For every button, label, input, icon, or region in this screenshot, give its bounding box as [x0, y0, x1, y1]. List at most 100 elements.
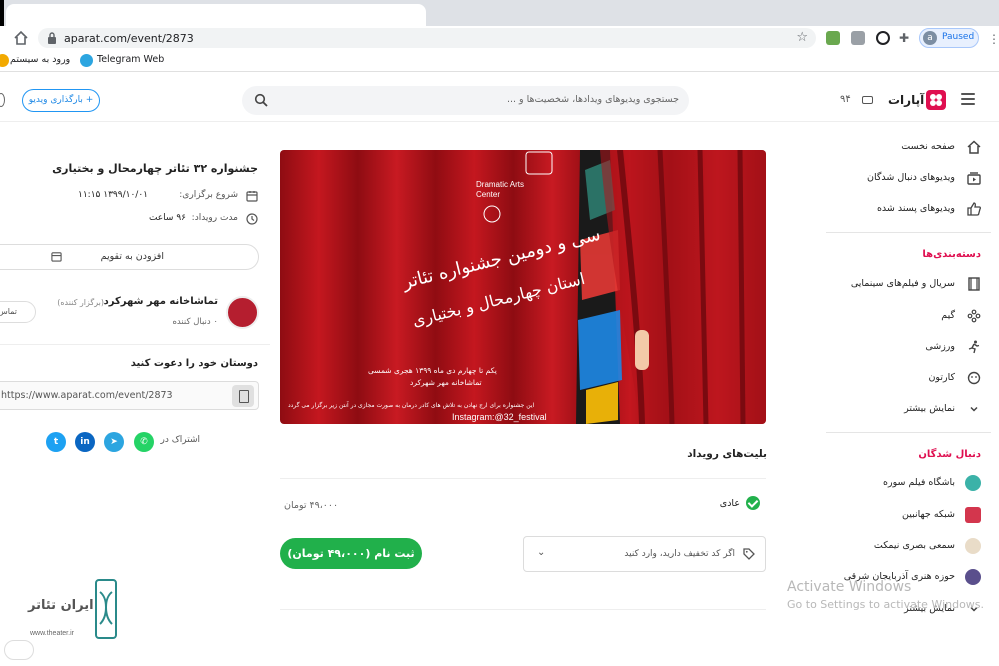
linkedin-icon[interactable]: in	[75, 432, 95, 452]
notification-icon[interactable]	[0, 93, 5, 107]
activate-windows-subtitle: Go to Settings to activate Windows.	[787, 598, 985, 611]
chevron-down-icon	[970, 406, 978, 412]
calendar-icon	[246, 191, 258, 202]
whatsapp-icon[interactable]: ✆	[134, 432, 154, 452]
home-icon	[967, 140, 981, 154]
site-header: + بارگذاری ویدیو جستجوی ویدیوهای ویدادها…	[0, 80, 999, 122]
theater-logo: ایران تئاتر www.theater.ir	[26, 578, 124, 648]
sidebar-item-followed[interactable]: باشگاه فیلم سوره	[823, 473, 991, 495]
contact-button[interactable]: تماس	[0, 301, 36, 323]
live-icon[interactable]	[862, 96, 873, 104]
add-to-calendar-label: افزودن به تقویم	[100, 251, 164, 262]
sidebar-divider	[826, 432, 991, 433]
sidebar: صفحه نخست ویدیوهای دنبال شدگان ویدیوهای …	[818, 122, 999, 632]
puzzle-icon[interactable]: ✚	[899, 31, 913, 45]
tab-strip-edge	[0, 0, 4, 26]
check-icon	[746, 496, 760, 510]
menu-icon[interactable]	[961, 93, 975, 105]
sidebar-item-liked[interactable]: ویدیوهای پسند شده	[823, 199, 991, 221]
sidebar-item-label: باشگاه فیلم سوره	[883, 477, 955, 488]
sidebar-item-more-categories[interactable]: نمایش بیشتر	[823, 399, 991, 421]
sidebar-item-label: ویدیوهای دنبال شدگان	[866, 172, 955, 183]
add-to-calendar-button[interactable]: افزودن به تقویم	[0, 244, 259, 270]
chat-bubble-icon[interactable]	[4, 640, 34, 660]
active-tab[interactable]	[6, 4, 426, 26]
url-text[interactable]: aparat.com/event/2873	[64, 32, 194, 45]
home-icon[interactable]	[13, 30, 29, 46]
banner-dates: یکم تا چهارم دی ماه ۱۳۹۹ هجری شمسی	[368, 366, 497, 375]
divider	[0, 344, 270, 345]
sidebar-item-label: شبکه جهانبین	[902, 509, 955, 520]
sidebar-item-label: گیم	[941, 310, 955, 321]
contact-label: تماس	[0, 307, 17, 316]
theater-logo-url: www.theater.ir	[30, 630, 74, 637]
discount-code-field[interactable]: اگر کد تخفیف دارید، وارد کنید ⌄	[523, 536, 766, 572]
organizer-name[interactable]: تماشاخانه مهر شهرکرد	[104, 296, 218, 307]
bookmark-telegram[interactable]: Telegram Web	[97, 54, 164, 65]
banner-logo-text: Dramatic Arts Center	[476, 180, 525, 199]
event-title: جشنواره ۳۲ تئاتر چهارمحال و بختیاری	[52, 162, 258, 175]
sidebar-item-movies[interactable]: سریال و فیلم‌های سینمایی	[823, 274, 991, 296]
event-info-panel: جشنواره ۳۲ تئاتر چهارمحال و بختیاری شروع…	[0, 150, 270, 480]
bookmark-star-icon[interactable]: ☆	[796, 30, 808, 45]
followed-title: دنبال شدگان	[918, 449, 981, 460]
telegram-icon[interactable]: ➤	[104, 432, 124, 452]
start-label: شروع برگزاری:	[179, 190, 238, 200]
sidebar-item-label: کارتون	[928, 372, 955, 383]
clock-icon	[246, 213, 258, 225]
avatar	[965, 538, 981, 554]
telegram-icon	[80, 54, 93, 67]
categories-title: دسته‌بندی‌ها	[922, 249, 981, 260]
sidebar-item-followed[interactable]: سمعی بصری نیمکت	[823, 536, 991, 558]
twitter-icon[interactable]: t	[46, 432, 66, 452]
sidebar-item-cartoon[interactable]: کارتون	[823, 368, 991, 390]
subscriptions-icon	[967, 172, 981, 185]
sidebar-item-followed[interactable]: شبکه جهانبین	[823, 505, 991, 527]
sidebar-divider	[826, 232, 991, 233]
organizer-avatar[interactable]	[226, 296, 259, 329]
avatar	[965, 475, 981, 491]
extension-icon[interactable]	[826, 31, 840, 45]
banner-note: این جشنواره برای ارج نهادن به تلاش های ک…	[288, 402, 535, 409]
share-link-field[interactable]: https://www.aparat.com/event/2873	[0, 381, 259, 410]
browser-menu-icon[interactable]: ⋮	[988, 32, 999, 46]
profile-button[interactable]: a Paused	[919, 28, 979, 48]
lock-icon	[48, 32, 56, 44]
avatar	[965, 507, 981, 523]
sidebar-item-label: نمایش بیشتر	[904, 403, 955, 414]
site-logo-text[interactable]: آپارات	[888, 93, 924, 107]
ticket-type: عادی	[719, 498, 740, 509]
theater-logo-mark	[95, 579, 117, 639]
event-duration: مدت رویداد: ۹۶ ساعت	[0, 211, 258, 229]
extension-icon[interactable]	[851, 31, 865, 45]
sidebar-item-subscriptions[interactable]: ویدیوهای دنبال شدگان	[823, 168, 991, 190]
banner-venue: تماشاخانه مهر شهرکرد	[410, 378, 482, 387]
tickets-title: بلیت‌های رویداد	[687, 448, 767, 460]
upload-video-button[interactable]: + بارگذاری ویدیو	[22, 89, 100, 112]
sidebar-item-label: سمعی بصری نیمکت	[873, 540, 955, 551]
register-button[interactable]: ثبت نام (۴۹،۰۰۰ تومان)	[280, 538, 422, 569]
bookmark-login[interactable]: ورود به سیستم	[10, 54, 70, 65]
profile-status: Paused	[942, 32, 975, 42]
address-bar[interactable]: aparat.com/event/2873 ☆	[38, 28, 816, 48]
ticket-price: ۴۹،۰۰۰ تومان	[284, 500, 339, 511]
search-icon[interactable]	[254, 93, 268, 107]
cartoon-icon	[967, 371, 981, 385]
share-link-value[interactable]: https://www.aparat.com/event/2873	[1, 390, 173, 401]
sidebar-item-game[interactable]: گیم	[823, 306, 991, 328]
sidebar-item-sports[interactable]: ورزشی	[823, 337, 991, 359]
banner-instagram: Instagram:@32_festival	[452, 412, 547, 422]
search-input[interactable]: جستجوی ویدیوهای ویدادها، شخصیت‌ها و ...	[242, 86, 689, 115]
sidebar-item-home[interactable]: صفحه نخست	[823, 137, 991, 159]
share-label: اشتراک در	[160, 435, 201, 445]
organizer-followers: ۰ دنبال کننده	[172, 317, 218, 327]
running-icon	[968, 340, 980, 354]
live-count: ۹۴	[840, 94, 851, 105]
activate-windows-title: Activate Windows	[787, 579, 912, 595]
aparat-logo-icon[interactable]	[926, 90, 946, 110]
chevron-down-icon[interactable]: ⌄	[537, 547, 545, 558]
extension-icon[interactable]	[876, 31, 890, 45]
sidebar-item-label: ورزشی	[925, 341, 955, 352]
tag-icon	[743, 548, 755, 560]
copy-icon[interactable]	[232, 385, 254, 407]
